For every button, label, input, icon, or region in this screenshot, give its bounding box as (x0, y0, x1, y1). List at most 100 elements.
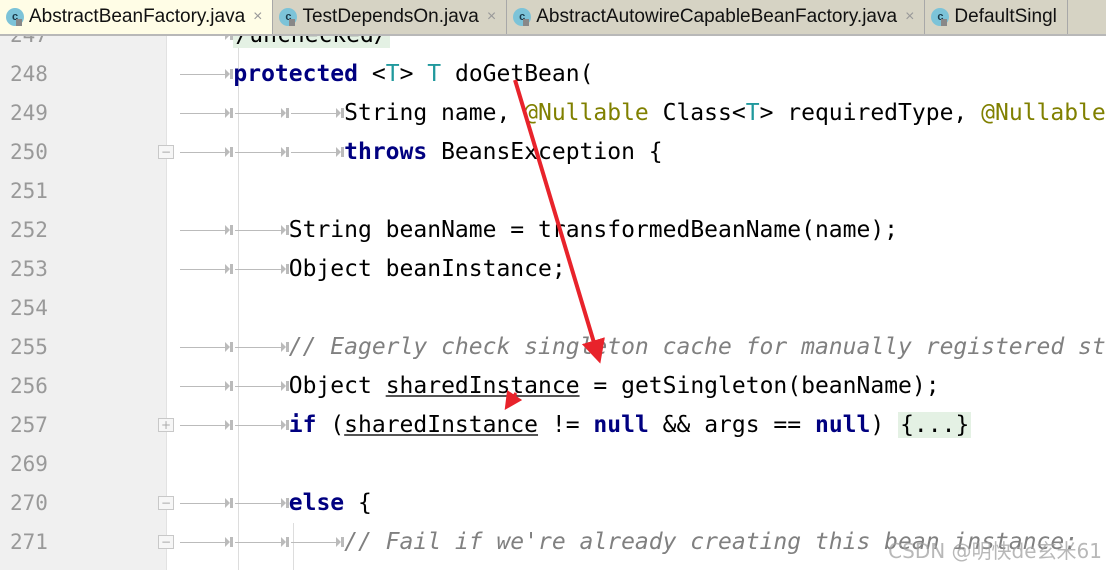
class-icon: c (513, 8, 532, 26)
line-number: 271 (10, 530, 48, 554)
tab-marker-icon (233, 250, 288, 289)
tab-marker-icon (289, 133, 344, 172)
editor-tab[interactable]: c DefaultSingl (925, 0, 1068, 34)
close-icon[interactable]: × (253, 8, 262, 26)
class-icon: c (931, 8, 950, 26)
fold-collapse-icon[interactable]: − (158, 496, 174, 510)
code-token: String beanName = transformedBeanName(na… (288, 217, 899, 243)
code-text: protected <T> T doGetBean( (178, 55, 593, 94)
code-token: T (427, 61, 442, 87)
class-icon: c (6, 8, 24, 26)
tab-marker-icon (233, 367, 288, 406)
tab-marker-icon (233, 211, 288, 250)
tab-marker-icon (178, 484, 233, 523)
code-line[interactable]: 249 String name, @Nullable Class<T> requi… (0, 94, 1106, 133)
code-token: = getSingleton(beanName); (579, 373, 940, 399)
code-text: // Eagerly check singleton cache for man… (178, 328, 1106, 367)
tab-marker-icon (289, 94, 344, 133)
tab-marker-icon (289, 523, 344, 562)
code-token: { (344, 490, 372, 516)
code-token: > (399, 61, 428, 87)
code-line[interactable]: 254 (0, 289, 1106, 328)
line-number: 256 (10, 374, 48, 398)
code-token: @Nullable (981, 100, 1106, 126)
line-number: 257 (10, 413, 48, 437)
code-text: Object beanInstance; (178, 250, 566, 289)
tab-marker-icon (178, 328, 233, 367)
tab-marker-icon (178, 36, 233, 55)
code-token: null (593, 412, 649, 438)
tab-marker-icon (178, 94, 233, 133)
line-number: 270 (10, 491, 48, 515)
code-token: T (745, 100, 760, 126)
code-token: protected (233, 61, 358, 87)
tab-marker-icon (178, 523, 233, 562)
code-token: != (538, 412, 594, 438)
tab-marker-icon (178, 367, 233, 406)
close-icon[interactable]: × (905, 8, 914, 26)
code-text: String beanName = transformedBeanName(na… (178, 211, 898, 250)
line-number: 255 (10, 335, 48, 359)
code-line[interactable]: 257 + if (sharedInstance != null && args =… (0, 406, 1106, 445)
code-token: < (358, 61, 386, 87)
code-line[interactable]: 251 (0, 172, 1106, 211)
tab-marker-icon (178, 55, 233, 94)
editor-tab[interactable]: c AbstractAutowireCapableBeanFactory.java… (507, 0, 926, 34)
fold-expand-icon[interactable]: + (158, 418, 174, 432)
code-text: /unchecked/ (178, 36, 390, 55)
code-line[interactable]: 247/unchecked/ (0, 36, 1106, 55)
tab-marker-icon (178, 250, 233, 289)
code-token: BeansException { (427, 139, 663, 165)
code-token: Class< (648, 100, 746, 126)
tab-label: TestDependsOn.java (302, 6, 479, 27)
tab-marker-icon (178, 211, 233, 250)
code-token: {...} (898, 412, 972, 438)
code-line[interactable]: 256 Object sharedInstance = getSingleton(… (0, 367, 1106, 406)
code-text: throws BeansException { (178, 133, 663, 172)
line-number: 253 (10, 257, 48, 281)
code-token: // Eagerly check singleton cache for man… (288, 334, 1106, 360)
line-number: 252 (10, 218, 48, 242)
code-token: ) (870, 412, 899, 438)
line-number: 248 (10, 62, 48, 86)
code-editor[interactable]: 247/unchecked/248protected <T> T doGetBe… (0, 36, 1106, 570)
code-token: String name, (344, 100, 525, 126)
code-token: && args == (648, 412, 815, 438)
code-line[interactable]: 270 − else { (0, 484, 1106, 523)
tab-marker-icon (233, 133, 288, 172)
code-line[interactable]: 250− throws BeansException { (0, 133, 1106, 172)
code-token: sharedInstance (344, 412, 539, 438)
code-text: if (sharedInstance != null && args == nu… (178, 406, 972, 445)
line-number: 249 (10, 101, 48, 125)
code-token: sharedInstance (385, 373, 580, 399)
code-line[interactable]: 269 (0, 445, 1106, 484)
code-token: > requiredType, (759, 100, 982, 126)
close-icon[interactable]: × (487, 8, 496, 26)
code-token: else (288, 490, 345, 516)
code-token: if (288, 412, 317, 438)
code-line[interactable]: 248 protected <T> T doGetBean( (0, 55, 1106, 94)
editor-tab[interactable]: c AbstractBeanFactory.java × (0, 0, 274, 34)
tab-marker-icon (178, 406, 233, 445)
code-text: String name, @Nullable Class<T> required… (178, 94, 1106, 133)
class-icon: c (279, 8, 298, 26)
code-token: @Nullable (524, 100, 649, 126)
code-token: throws (344, 139, 428, 165)
fold-collapse-icon[interactable]: − (158, 535, 174, 549)
line-number: 251 (10, 179, 48, 203)
code-line[interactable]: 252 String beanName = transformedBeanName… (0, 211, 1106, 250)
tab-marker-icon (233, 406, 288, 445)
line-number: 269 (10, 452, 48, 476)
code-line[interactable]: 253 Object beanInstance; (0, 250, 1106, 289)
code-token: null (814, 412, 871, 438)
tab-marker-icon (233, 94, 288, 133)
fold-collapse-icon[interactable]: − (158, 145, 174, 159)
line-number: 254 (10, 296, 48, 320)
tab-label: DefaultSingl (954, 6, 1057, 27)
code-text: Object sharedInstance = getSingleton(bea… (178, 367, 940, 406)
tab-marker-icon (233, 328, 288, 367)
code-token: Object beanInstance; (288, 256, 566, 282)
code-line[interactable]: 255 // Eagerly check singleton cache for … (0, 328, 1106, 367)
editor-tab[interactable]: c TestDependsOn.java × (273, 0, 508, 34)
line-number: 250 (10, 140, 48, 164)
